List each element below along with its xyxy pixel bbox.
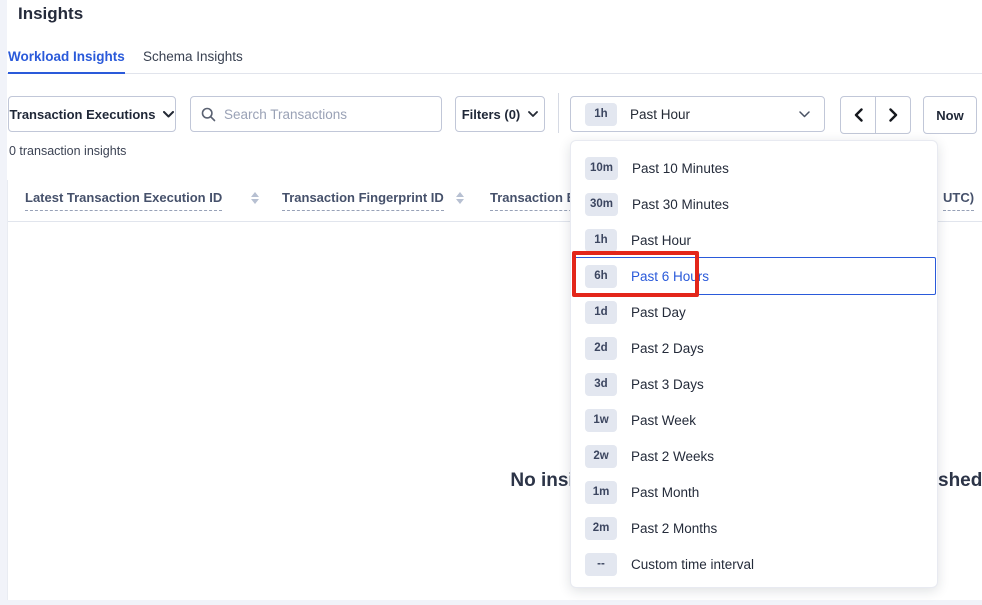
- search-input[interactable]: [224, 107, 431, 122]
- interval-badge: 1h: [585, 229, 617, 252]
- sort-icon[interactable]: [455, 192, 464, 204]
- page-title: Insights: [18, 4, 83, 24]
- menu-item-past-3-days[interactable]: 3d Past 3 Days: [573, 366, 935, 402]
- filters-button[interactable]: Filters (0): [455, 96, 545, 132]
- chevron-down-icon: [163, 111, 174, 118]
- interval-badge: 1w: [585, 409, 617, 432]
- menu-item-past-week[interactable]: 1w Past Week: [573, 402, 935, 438]
- interval-badge: 2w: [585, 445, 617, 468]
- chevron-down-icon: [528, 111, 538, 117]
- interval-badge: 6h: [585, 265, 617, 288]
- transaction-type-label: Transaction Executions: [10, 107, 156, 122]
- menu-item-custom-time-interval[interactable]: -- Custom time interval: [573, 546, 935, 582]
- column-header-utc[interactable]: UTC): [943, 190, 974, 211]
- time-interval-dropdown: 10m Past 10 Minutes 30m Past 30 Minutes …: [570, 140, 938, 588]
- menu-item-past-hour[interactable]: 1h Past Hour: [573, 222, 935, 258]
- time-interval-badge: 1h: [585, 103, 617, 126]
- interval-badge: 1m: [585, 481, 617, 504]
- interval-badge: 2m: [585, 517, 617, 540]
- insights-count: 0 transaction insights: [9, 144, 126, 158]
- menu-item-past-2-days[interactable]: 2d Past 2 Days: [573, 330, 935, 366]
- menu-item-past-2-weeks[interactable]: 2w Past 2 Weeks: [573, 438, 935, 474]
- chevron-right-icon: [889, 108, 898, 122]
- column-header-latest-txn-execution-id[interactable]: Latest Transaction Execution ID: [25, 190, 222, 211]
- menu-item-past-6-hours[interactable]: 6h Past 6 Hours: [573, 258, 935, 294]
- chevron-left-icon: [854, 108, 863, 122]
- filters-label: Filters (0): [462, 107, 521, 122]
- sort-icon[interactable]: [250, 192, 259, 204]
- now-button[interactable]: Now: [923, 96, 977, 134]
- time-nav-arrows: [840, 96, 911, 134]
- menu-item-past-10-minutes[interactable]: 10m Past 10 Minutes: [573, 150, 935, 186]
- interval-badge: 30m: [585, 193, 618, 216]
- transaction-type-select[interactable]: Transaction Executions: [8, 96, 176, 132]
- interval-badge: 10m: [585, 157, 618, 180]
- search-icon: [201, 107, 216, 122]
- interval-badge: 2d: [585, 337, 617, 360]
- tab-bar: Workload Insights Schema Insights: [7, 44, 982, 74]
- interval-badge: 3d: [585, 373, 617, 396]
- menu-item-past-day[interactable]: 1d Past Day: [573, 294, 935, 330]
- time-interval-label: Past Hour: [630, 107, 786, 122]
- previous-interval-button[interactable]: [840, 96, 876, 134]
- column-header-transaction-ex[interactable]: Transaction Ex: [490, 190, 582, 211]
- chevron-down-icon: [799, 111, 810, 118]
- time-interval-select[interactable]: 1h Past Hour: [570, 96, 825, 132]
- main-content-surface: Insights Workload Insights Schema Insigh…: [7, 0, 982, 600]
- menu-item-past-month[interactable]: 1m Past Month: [573, 474, 935, 510]
- search-transactions-box[interactable]: [190, 96, 442, 132]
- tab-workload-insights[interactable]: Workload Insights: [8, 46, 125, 74]
- menu-item-past-2-months[interactable]: 2m Past 2 Months: [573, 510, 935, 546]
- toolbar-divider: [558, 93, 559, 133]
- column-header-txn-fingerprint-id[interactable]: Transaction Fingerprint ID: [282, 190, 444, 211]
- next-interval-button[interactable]: [875, 96, 911, 134]
- interval-badge: 1d: [585, 301, 617, 324]
- tab-schema-insights[interactable]: Schema Insights: [143, 46, 243, 74]
- menu-item-past-30-minutes[interactable]: 30m Past 30 Minutes: [573, 186, 935, 222]
- interval-badge: --: [585, 553, 617, 576]
